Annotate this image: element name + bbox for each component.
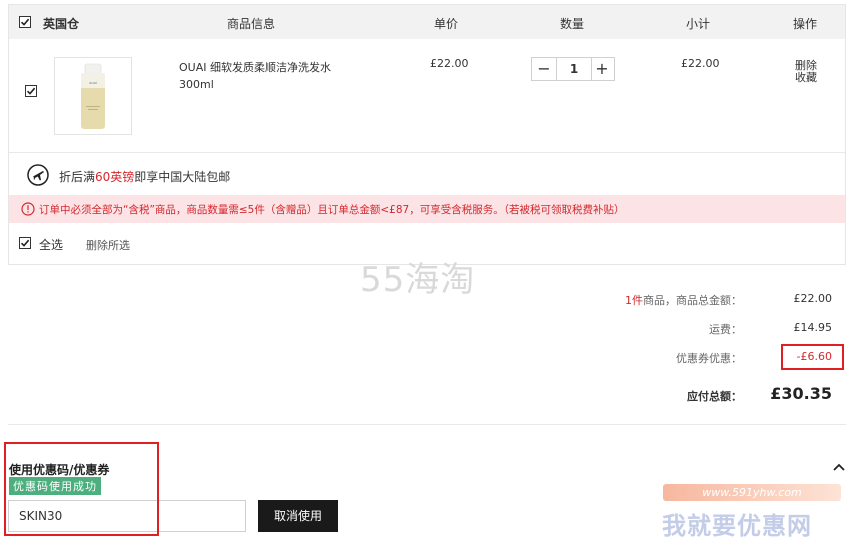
site-url-badge: www.591yhw.com [663,484,841,501]
qty-minus-button[interactable]: − [532,58,556,80]
favorite-item-link[interactable]: 收藏 [795,69,817,85]
unit-price: £22.00 [430,57,469,70]
site-name-watermark: 我就要优惠网 [662,512,812,540]
product-name-line2: 300ml [179,78,214,91]
qty-plus-button[interactable]: + [590,58,614,80]
col-info-header: 商品信息 [227,17,276,31]
col-action-header: 操作 [793,17,818,31]
free-shipping-prefix: 折后满 [59,170,96,184]
free-shipping-amount: 60英镑 [95,170,135,184]
product-name-line1: OUAI 细软发质柔顺洁净洗发水 [179,61,331,74]
svg-text:ouai: ouai [89,81,97,85]
grand-total-label: 应付总额： [687,390,742,403]
coupon-section-highlight [4,442,159,536]
select-all-checkbox[interactable] [19,237,31,249]
tax-warning-banner: 订单中必须全部为“含税”商品，商品数量需≤5件（含赠品）且订单总金额<£87，可… [9,195,845,223]
shipping-value: £14.95 [793,321,833,334]
item-subtotal: £22.00 [681,57,720,70]
cart-table: 英国仓 商品信息 单价 数量 小计 操作 ouai OUAI 细软发质柔顺洁净洗… [8,4,846,265]
tax-warning-text: 订单中必须全部为“含税”商品，商品数量需≤5件（含赠品）且订单总金额<£87，可… [39,204,625,216]
free-shipping-suffix: 即享中国大陆包邮 [134,170,231,184]
items-total-label: 1件商品，商品总金额： [625,292,742,308]
shipping-label: 运费： [709,323,742,336]
col-qty-header: 数量 [560,17,585,31]
item-checkbox[interactable] [25,85,37,97]
coupon-discount-label: 优惠券优惠： [676,352,742,365]
shampoo-bottle-icon: ouai [81,63,105,129]
cancel-coupon-button[interactable]: 取消使用 [258,500,338,532]
check-icon [26,87,36,95]
items-total-value: £22.00 [793,292,833,305]
qty-value[interactable]: 1 [556,58,592,80]
select-all-label[interactable]: 全选 [39,236,63,253]
check-icon [20,18,30,26]
product-thumbnail[interactable]: ouai [54,57,132,135]
alert-icon [21,202,35,216]
col-price-header: 单价 [434,17,459,31]
row-divider [9,152,845,153]
airplane-icon [27,164,49,186]
cart-header: 英国仓 商品信息 单价 数量 小计 操作 [9,5,845,39]
item-count: 1件 [625,294,643,307]
chevron-up-icon[interactable] [832,462,846,472]
free-shipping-note: 折后满60英镑即享中国大陆包邮 [59,168,230,185]
quantity-stepper[interactable]: − 1 + [531,57,615,81]
coupon-value-highlight [781,344,844,370]
warehouse-checkbox[interactable] [19,16,31,28]
items-total-label-text: 商品，商品总金额： [643,294,742,307]
summary-divider [8,424,846,425]
product-name[interactable]: OUAI 细软发质柔顺洁净洗发水 300ml [179,59,331,93]
check-icon [20,239,30,247]
delete-selected-link[interactable]: 删除所选 [86,237,130,253]
watermark-logo: 55海淘 [360,260,476,300]
col-subtotal-header: 小计 [686,17,711,31]
grand-total-value: £30.35 [770,384,832,403]
warehouse-label: 英国仓 [43,17,80,31]
